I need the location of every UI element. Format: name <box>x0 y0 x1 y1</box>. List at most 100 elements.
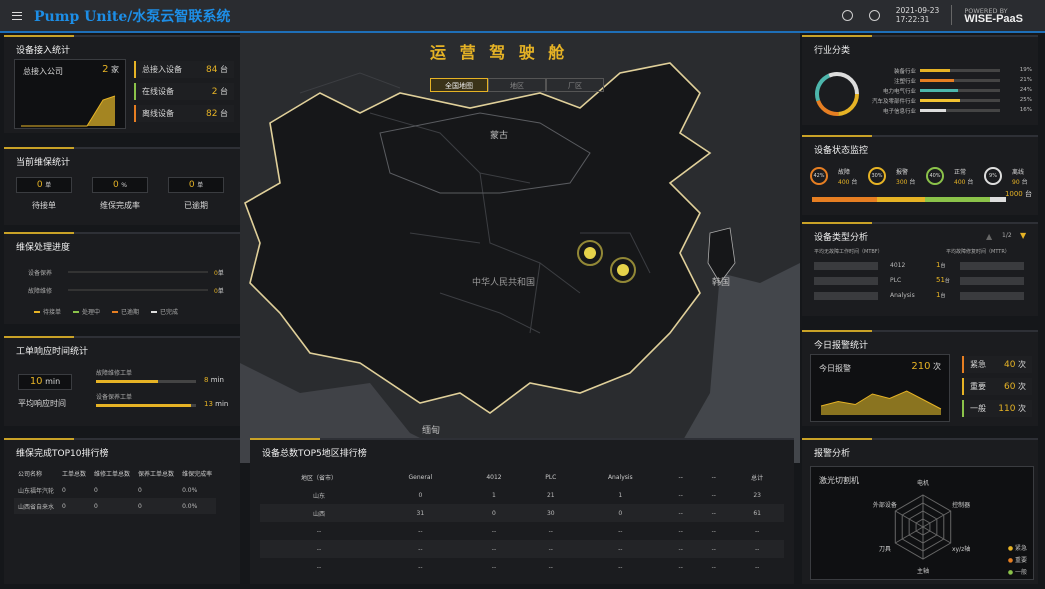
radar-chart: 电机控制器 xy/z轴主轴 刀具 外部设备 <box>873 479 970 575</box>
industry-pct: 25% <box>1019 97 1032 103</box>
radar-axis-label: xy/z轴 <box>952 545 970 553</box>
industry-title: 行业分类 <box>814 46 851 56</box>
access-title: 设备接入统计 <box>16 46 71 56</box>
alarm-analysis-title: 报警分析 <box>814 449 851 459</box>
table-cell: 0 <box>138 486 142 494</box>
devtype-value: 51台 <box>936 276 950 284</box>
progress-row-label: 设备保养 <box>28 270 53 277</box>
tab-factory[interactable]: 厂区 <box>546 78 604 92</box>
table-cell: -- <box>678 563 683 571</box>
table-cell: -- <box>678 491 683 499</box>
maint-stat-label: 待接单 <box>32 201 56 210</box>
table-header: PLC <box>545 473 557 481</box>
alarm-level-row: 紧急 40 次 <box>962 356 1032 373</box>
table-cell: 0 <box>134 498 179 514</box>
access-row-value: 82 台 <box>206 109 228 119</box>
table-cell: -- <box>418 563 423 571</box>
top5-panel: 设备总数TOP5地区排行榜 地区（省市） General 4012 PLC Analys… <box>250 438 794 584</box>
menu-icon[interactable] <box>12 11 22 20</box>
radar-legend-item: ● 一般 <box>1007 569 1027 576</box>
table-cell: -- <box>316 527 322 535</box>
table-cell: 1 <box>618 491 623 499</box>
powered-by: POWERED BY WISE-PaaS <box>964 7 1023 25</box>
app-title: Pump Unite/水泵云智联系统 <box>34 8 231 25</box>
radar-axis-label: 外部设备 <box>873 501 897 509</box>
response-bar-value: 8 min <box>204 376 224 384</box>
progress-legend-item: 已逾期 <box>112 307 139 316</box>
maint-panel: 当前维保统计 0 单待接单 0 % 维保完成率 0 单已逾期 <box>4 147 240 225</box>
table-cell: 0.0% <box>182 486 198 494</box>
progress-row-value: 0单 <box>214 270 224 277</box>
devtype-name: PLC <box>890 277 902 284</box>
table-cell: -- <box>711 563 716 571</box>
devtype-page: 1/2 <box>1002 232 1012 239</box>
table-row[interactable]: 山西省自来水 0 0 0 0.0% <box>14 498 217 514</box>
access-panel: 设备接入统计 总接入公司 2 家 总接入设备 84 台在线设备 2 台离线设备 82 … <box>4 35 240 133</box>
user-icon[interactable] <box>868 9 880 21</box>
access-row-label: 离线设备 <box>142 109 174 118</box>
table-row[interactable]: 山东 0 1 21 1 -- -- 23 <box>260 486 784 504</box>
status-gauge: 9% <box>984 167 1002 185</box>
table-cell: 0.0% <box>178 498 217 514</box>
industry-pct: 19% <box>1019 67 1032 73</box>
status-label: 故障 <box>838 169 851 176</box>
progress-row-track <box>68 289 208 291</box>
maint-stat-label: 已逾期 <box>184 201 208 210</box>
china-map[interactable]: 蒙古 中华人民共和国 韩国 缅甸 运 营 驾 驶 舱 全国地图 地区 厂区 <box>240 33 800 463</box>
tab-region[interactable]: 地区 <box>488 78 546 92</box>
top10-table: 公司名称 工单总数 维修工单总数 保养工单总数 维保完成率 山东福年汽轮 0 0 0 0.0% 山西… <box>14 464 217 514</box>
avg-response-label: 平均响应时间 <box>18 399 66 408</box>
table-cell: -- <box>548 563 553 571</box>
radar-axis-label: 刀具 <box>879 546 891 553</box>
settings-icon[interactable] <box>841 9 853 21</box>
status-gauge: 42% <box>810 167 828 185</box>
table-cell: -- <box>678 527 683 535</box>
alarm-trend <box>820 390 942 415</box>
maint-stat-label: 维保完成率 <box>100 201 140 210</box>
table-header: Analysis <box>607 473 633 481</box>
response-bar <box>96 380 196 383</box>
status-value: 300 台 <box>896 179 916 186</box>
table-row[interactable]: -- -- -- -- -- -- -- -- <box>260 558 784 576</box>
top10-panel: 维保完成TOP10排行榜 公司名称 工单总数 维修工单总数 保养工单总数 维保完成率 山东… <box>4 438 240 584</box>
table-row[interactable]: -- -- -- -- -- -- -- -- <box>260 522 784 540</box>
table-cell: -- <box>730 540 784 558</box>
radar-box: 激光切割机 电机 控制器 xy/z轴 主轴 刀具 外部设备 ● 紧急 ● 重要 ● 一般 <box>810 466 1034 580</box>
devtype-prev-button[interactable]: ▲ <box>986 232 992 241</box>
map-tabs: 全国地图 地区 厂区 <box>430 78 604 92</box>
industry-donut <box>815 72 859 116</box>
devtype-next-button[interactable]: ▼ <box>1020 231 1026 240</box>
table-row[interactable]: 山西 31 0 30 0 -- -- 61 <box>260 504 784 522</box>
industry-bar <box>920 109 1000 112</box>
progress-legend-item: 待接单 <box>34 307 61 316</box>
access-row: 离线设备 82 台 <box>134 105 234 122</box>
status-bar <box>812 197 1007 202</box>
table-cell: 山东福年汽轮 <box>18 487 55 495</box>
map-label-mongolia: 蒙古 <box>490 131 509 141</box>
access-row-label: 总接入设备 <box>142 65 182 74</box>
access-row: 在线设备 2 台 <box>134 83 234 100</box>
table-header: 总计 <box>751 474 764 482</box>
table-cell: -- <box>491 527 497 535</box>
status-label: 正常 <box>954 169 967 176</box>
table-header: -- <box>711 473 716 481</box>
table-header: 公司名称 <box>18 470 43 478</box>
maint-stat-box: 0 % <box>92 177 148 193</box>
mttr-header: 平均故障修复时间（MTTR） <box>946 249 1010 255</box>
maint-stat-box: 0 单 <box>168 177 224 193</box>
industry-label: 装备行业 <box>893 69 916 75</box>
progress-row-value: 0单 <box>214 288 224 295</box>
maint-title: 当前维保统计 <box>16 158 71 168</box>
industry-label: 汽车及零部件行业 <box>871 99 916 105</box>
radar-legend-item: ● 紧急 <box>1007 545 1027 552</box>
industry-bar <box>920 99 1000 102</box>
table-cell: -- <box>697 540 731 558</box>
table-row[interactable]: -- -- -- -- -- -- -- -- <box>260 540 784 558</box>
table-header: 4012 <box>486 473 502 481</box>
tab-national-map[interactable]: 全国地图 <box>430 78 488 92</box>
table-row[interactable]: 山东福年汽轮 0 0 0 0.0% <box>14 482 216 498</box>
status-value: 400 台 <box>954 179 974 186</box>
progress-panel: 维保处理进度 设备保养 0单 故障维修 0单 待接单 处理中 已逾期 已完成 <box>4 232 240 324</box>
industry-pct: 21% <box>1019 77 1032 83</box>
table-cell: 0 <box>62 486 66 494</box>
